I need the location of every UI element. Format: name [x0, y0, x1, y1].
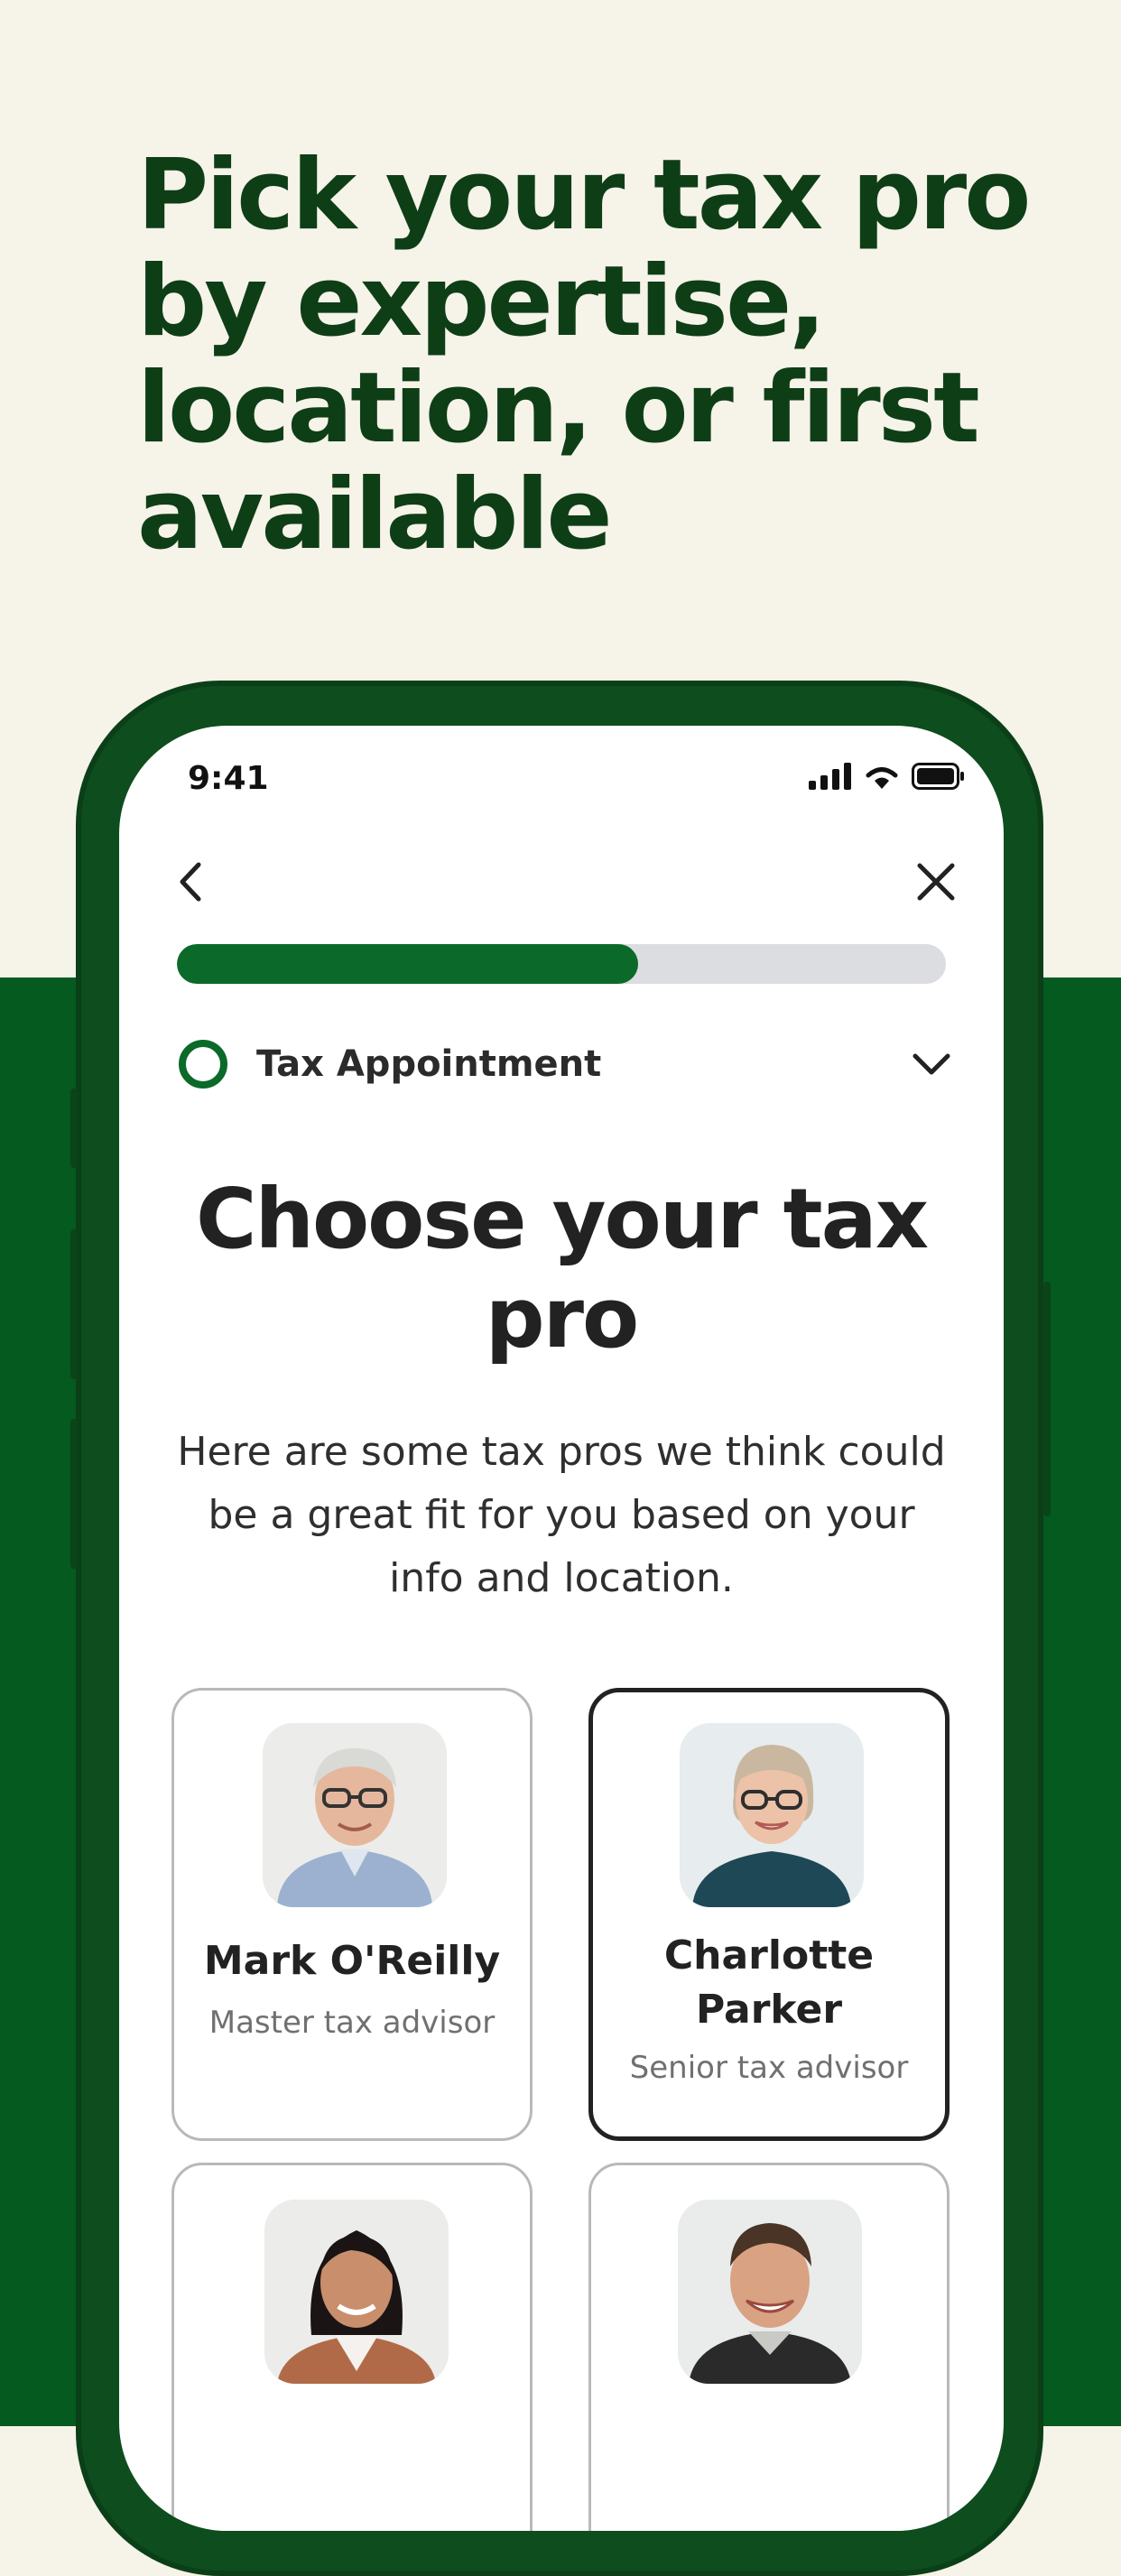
- tax-pro-name: Charlotte Parker: [663, 1932, 875, 2033]
- phone-side-button: [70, 1089, 78, 1168]
- status-time: 9:41: [188, 760, 269, 797]
- signal-icon: [809, 763, 851, 790]
- tax-pro-card[interactable]: Mark O'Reilly Master tax advisor: [171, 1688, 533, 2141]
- intro-text: Here are some tax pros we think could be…: [177, 1429, 946, 1601]
- avatar: [680, 1723, 864, 1907]
- tax-pro-card-selected[interactable]: Charlotte Parker Senior tax advisor: [588, 1688, 950, 2141]
- avatar: [264, 2200, 449, 2384]
- progress-bar: [177, 944, 946, 984]
- chevron-down-icon[interactable]: [912, 1051, 951, 1080]
- close-icon[interactable]: [915, 861, 957, 903]
- chevron-left-icon[interactable]: [173, 859, 209, 904]
- screen-title: Choose your tax pro: [195, 1171, 929, 1367]
- avatar: [678, 2200, 862, 2384]
- tax-pro-card[interactable]: [171, 2163, 533, 2531]
- phone-volume-down-button: [70, 1419, 78, 1569]
- status-icons: [809, 762, 966, 791]
- tax-pro-role: Master tax advisor: [208, 2005, 496, 2041]
- phone-screen: 9:41 Tax Appointment Choose your tax pro…: [119, 726, 1004, 2531]
- phone-volume-up-button: [70, 1229, 78, 1379]
- battery-icon: [912, 763, 964, 790]
- tax-pro-card[interactable]: [588, 2163, 950, 2531]
- progress-bar-fill: [177, 944, 639, 984]
- tax-pro-name: Mark O'Reilly: [203, 1938, 501, 1984]
- avatar: [263, 1723, 447, 1907]
- tax-pro-role: Senior tax advisor: [629, 2050, 909, 2086]
- step-status-ring-icon: [179, 1040, 227, 1089]
- marketing-headline: Pick your tax pro by expertise, location…: [137, 139, 1032, 571]
- wifi-icon: [866, 767, 898, 789]
- step-label[interactable]: Tax Appointment: [256, 1043, 601, 1085]
- phone-power-button: [1043, 1282, 1051, 1516]
